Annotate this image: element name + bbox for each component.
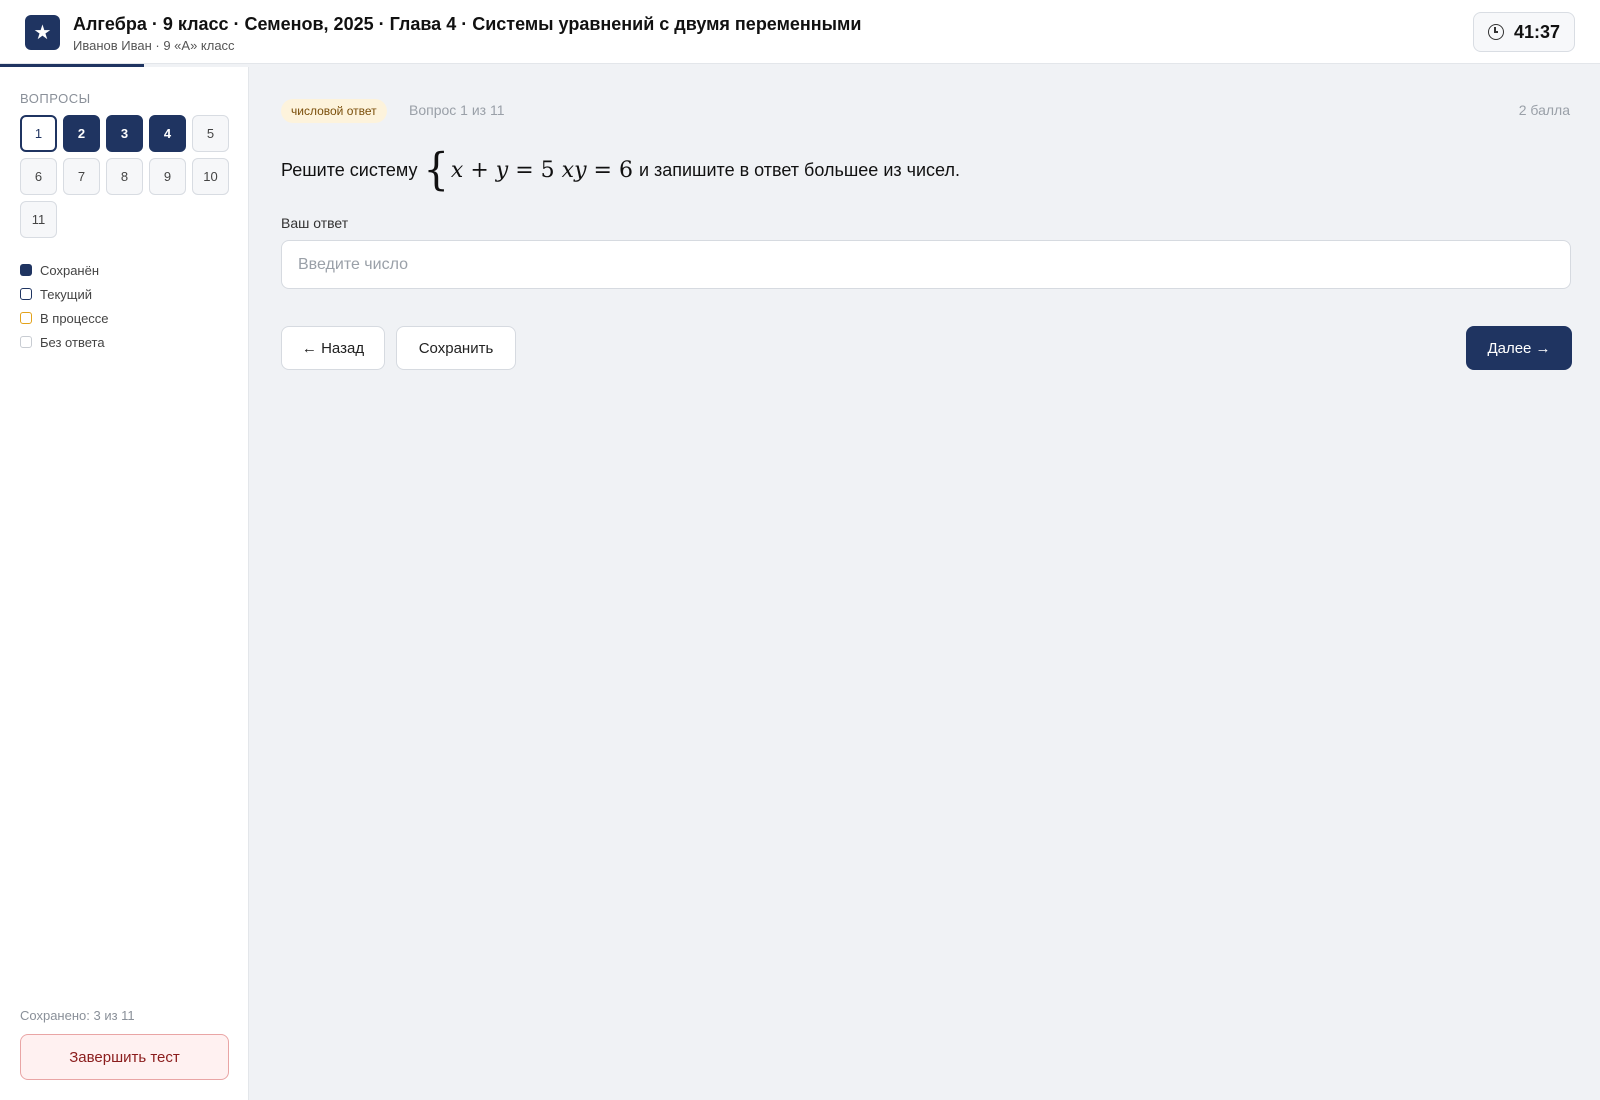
- app-header: ★ Алгебра · 9 класс · Семенов, 2025 · Гл…: [0, 0, 1600, 64]
- question-nav-4[interactable]: 4: [149, 115, 186, 152]
- equation-system: { x + y = 5 xy = 6: [423, 144, 633, 196]
- question-text: Решите систему { x + y = 5 xy = 6 и запи…: [281, 144, 960, 196]
- legend-swatch-current: [20, 288, 32, 300]
- status-legend: Сохранён Текущий В процессе Без ответа: [20, 258, 109, 354]
- rhs-1: 5: [540, 157, 555, 183]
- plus-sign: +: [470, 157, 489, 183]
- question-nav-2[interactable]: 2: [63, 115, 100, 152]
- question-nav-3[interactable]: 3: [106, 115, 143, 152]
- question-nav-1[interactable]: 1: [20, 115, 57, 152]
- question-sidebar: ВОПРОСЫ 1 2 3 4 5 6 7 8 9 10 11 Сохранён Текущий В п…: [0, 67, 249, 1100]
- question-nav-6[interactable]: 6: [20, 158, 57, 195]
- legend-item-progress: В процессе: [20, 306, 109, 330]
- question-nav-7[interactable]: 7: [63, 158, 100, 195]
- answer-input[interactable]: [281, 240, 1571, 289]
- rhs-2: 6: [618, 157, 633, 183]
- question-text-after: и запишите в ответ большее из чисел.: [638, 159, 960, 180]
- equals-sign-2: =: [593, 157, 612, 183]
- finish-test-button[interactable]: Завершить тест: [20, 1034, 229, 1080]
- var-y: y: [495, 157, 509, 183]
- question-grid: 1 2 3 4 5 6 7 8 9 10 11: [20, 115, 234, 238]
- save-button[interactable]: Сохранить: [396, 326, 516, 370]
- legend-label: В процессе: [40, 310, 109, 326]
- back-button[interactable]: ← Назад: [281, 326, 385, 370]
- var-xy: xy: [561, 157, 587, 183]
- timer-value: 41:37: [1513, 21, 1561, 42]
- legend-item-none: Без ответа: [20, 330, 109, 354]
- question-type-badge: числовой ответ: [281, 99, 387, 123]
- test-title: Алгебра · 9 класс · Семенов, 2025 · Глав…: [73, 14, 862, 34]
- legend-swatch-none: [20, 336, 32, 348]
- legend-label: Без ответа: [40, 334, 105, 350]
- question-counter: Вопрос 1 из 11: [409, 102, 505, 118]
- questions-heading: ВОПРОСЫ: [20, 91, 91, 106]
- student-info: Иванов Иван · 9 «А» класс: [73, 38, 235, 53]
- var-x: x: [450, 157, 464, 183]
- question-text-before: Решите систему: [281, 159, 418, 180]
- legend-label: Сохранён: [40, 262, 100, 278]
- next-button[interactable]: Далее →: [1466, 326, 1572, 370]
- question-nav-5[interactable]: 5: [192, 115, 229, 152]
- question-nav-8[interactable]: 8: [106, 158, 143, 195]
- legend-swatch-saved: [20, 264, 32, 276]
- timer: 41:37: [1473, 12, 1575, 52]
- clock-icon: [1487, 24, 1504, 40]
- legend-item-current: Текущий: [20, 282, 109, 306]
- legend-item-saved: Сохранён: [20, 258, 109, 282]
- star-icon: ★: [25, 15, 60, 50]
- question-points: 2 балла: [1518, 102, 1570, 118]
- answer-label: Ваш ответ: [281, 215, 349, 231]
- legend-swatch-progress: [20, 312, 32, 324]
- system-brace: {: [423, 144, 449, 196]
- legend-label: Текущий: [40, 286, 92, 302]
- equals-sign-1: =: [515, 157, 534, 183]
- saved-count: Сохранено: 3 из 11: [20, 1008, 135, 1023]
- question-nav-10[interactable]: 10: [192, 158, 229, 195]
- question-nav-9[interactable]: 9: [149, 158, 186, 195]
- question-nav-11[interactable]: 11: [20, 201, 57, 238]
